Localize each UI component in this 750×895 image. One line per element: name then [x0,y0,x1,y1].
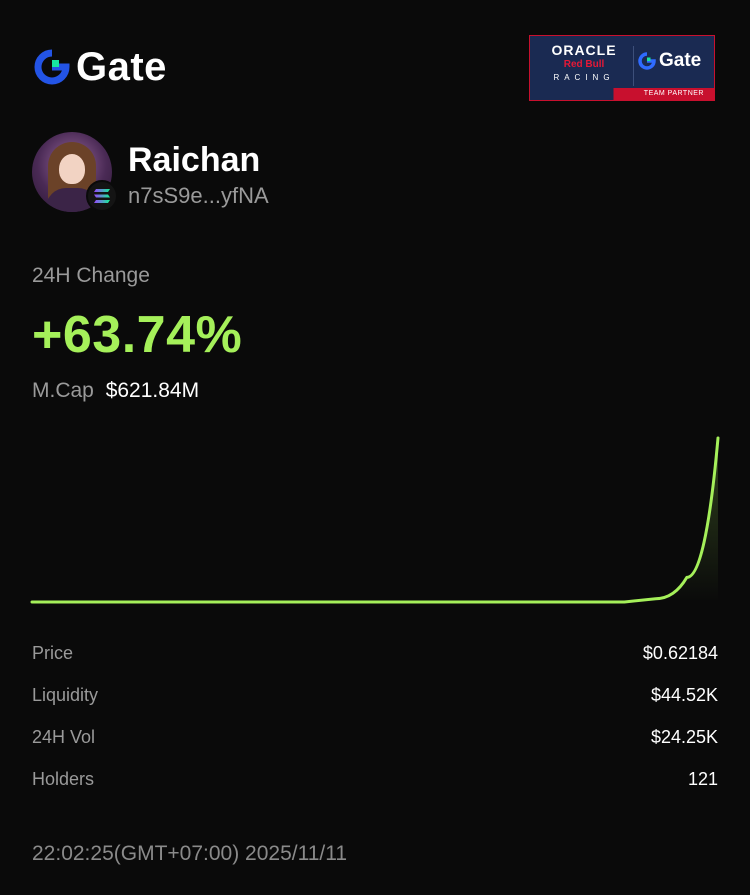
red-bull-wordmark: Red Bull [563,59,605,70]
stat-value: $0.62184 [642,642,718,663]
stats-list: Price $0.62184 Liquidity $44.52K 24H Vol $24.… [32,632,718,800]
stat-label: Liquidity [32,684,99,705]
price-area [32,438,718,602]
token-address: n7sS9e...yfNA [128,183,269,208]
market-cap-value: $621.84M [105,379,200,402]
stat-label: Holders [32,768,95,789]
stat-row: Liquidity $44.52K [32,674,718,716]
stat-row: Price $0.62184 [32,632,718,674]
brand-name: Gate [76,45,167,89]
change-label: 24H Change [32,264,150,287]
gate-logo: Gate [34,46,167,88]
gate-logo-icon [34,49,70,85]
share-card: Gate ORACLE Red Bull RACING Gate TEAM PA… [0,0,750,895]
stat-label: Price [32,642,74,663]
stat-row: Holders 121 [32,758,718,800]
price-line [30,436,720,604]
price-chart [30,436,720,604]
racing-wordmark: RACING [553,73,615,82]
team-partner-badge: ORACLE Red Bull RACING Gate TEAM PARTNER [529,35,715,101]
change-value: +63.74% [32,306,243,364]
timestamp: 22:02:25(GMT+07:00) 2025/11/11 [32,842,348,865]
stat-value: $44.52K [650,684,718,705]
team-partner-label: TEAM PARTNER [530,88,714,100]
stat-value: 121 [687,768,718,789]
stat-value: $24.25K [650,726,718,747]
market-cap-label: M.Cap [32,379,94,402]
oracle-wordmark: ORACLE [551,42,617,58]
partner-divider [633,46,634,86]
market-cap: M.Cap $621.84M [32,378,199,404]
gate-small-icon [638,52,656,70]
stat-label: 24H Vol [32,726,96,747]
partner-gate-wordmark: Gate [659,50,702,71]
stat-row: 24H Vol $24.25K [32,716,718,758]
token-name: Raichan [128,141,261,179]
solana-icon [86,180,118,212]
